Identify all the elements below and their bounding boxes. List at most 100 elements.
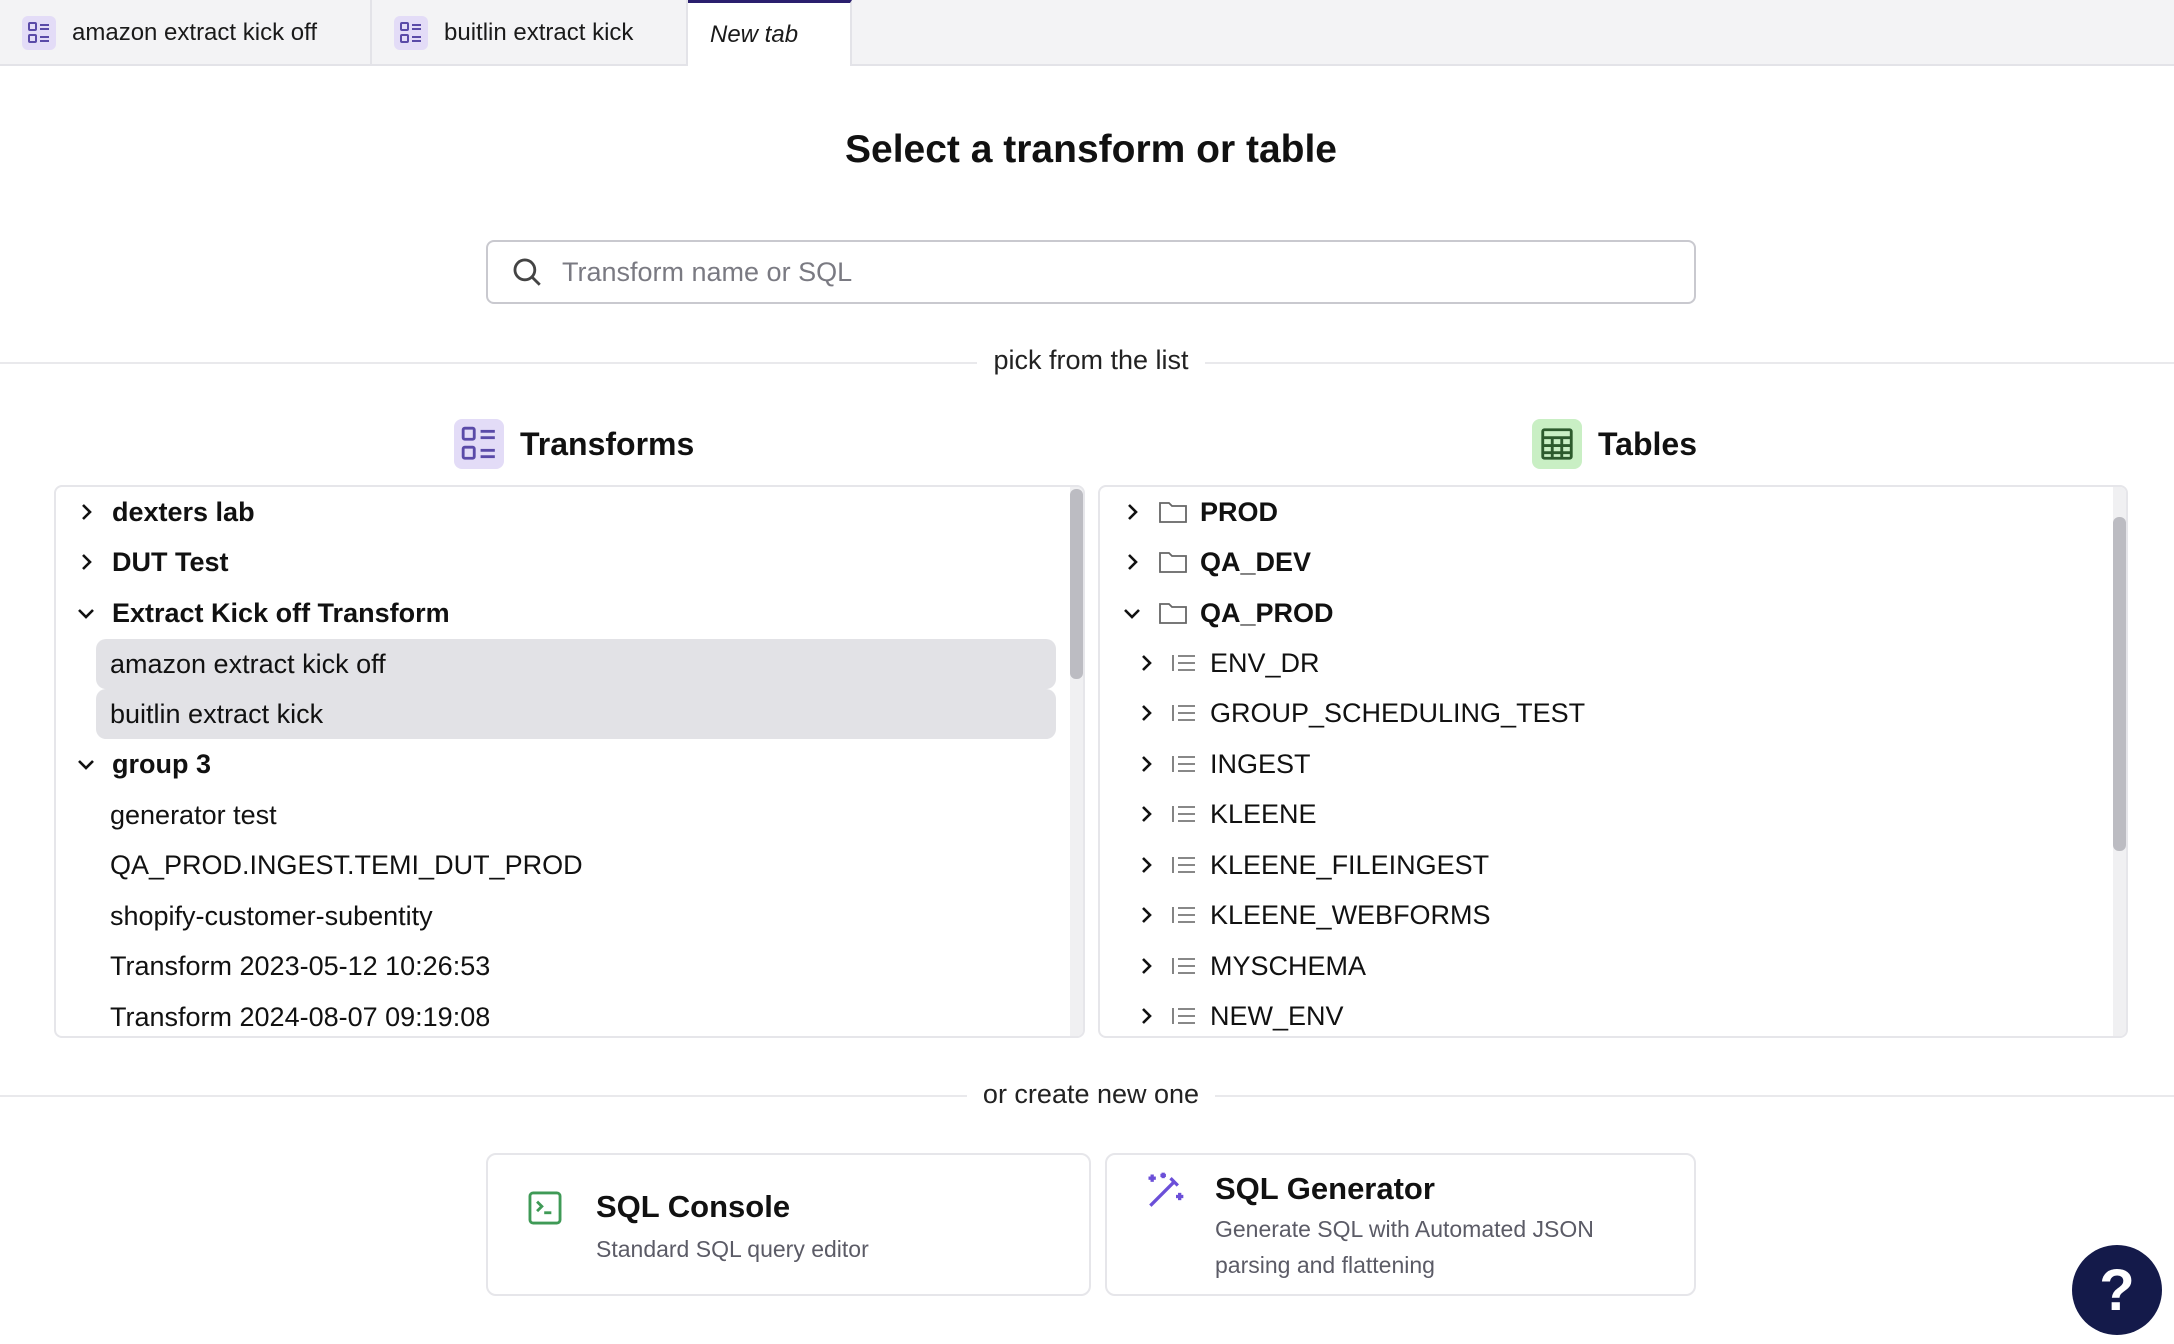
help-button[interactable]: ? (2072, 1245, 2162, 1335)
folder-icon (1159, 552, 1187, 573)
chevron-down-icon (74, 752, 98, 776)
chevron-right-icon (1134, 752, 1158, 776)
schema-icon (1172, 907, 1195, 923)
group-label: DUT Test (112, 546, 229, 577)
magic-wand-icon (1148, 1172, 1184, 1207)
schema-label: INGEST (1210, 748, 1311, 779)
tab-label: buitlin extract kick (444, 19, 634, 46)
transforms-list[interactable]: dexters lab DUT Test Extract Kick off Tr… (54, 485, 1085, 1038)
terminal-icon (528, 1191, 562, 1225)
schema-label: ENV_DR (1210, 647, 1320, 678)
search-box[interactable] (486, 240, 1696, 304)
transform-group-group-3[interactable]: group 3 (74, 739, 211, 789)
item-label: Transform 2024-08-07 09:19:08 (110, 1001, 491, 1032)
search-input[interactable] (562, 256, 1662, 288)
table-folder-qa-dev[interactable]: QA_DEV (1120, 537, 1311, 587)
sql-generator-card[interactable]: SQL Generator Generate SQL with Automate… (1105, 1153, 1696, 1296)
item-label: Transform 2023-05-12 10:26:53 (110, 950, 491, 981)
divider-label-pick: pick from the list (0, 345, 2174, 376)
schema-label: NEW_ENV (1210, 1000, 1344, 1031)
chevron-right-icon (1120, 500, 1144, 524)
transform-item-2023-05-12[interactable]: Transform 2023-05-12 10:26:53 (110, 941, 490, 991)
group-label: dexters lab (112, 496, 255, 527)
schema-label: MYSCHEMA (1210, 950, 1367, 981)
transforms-scroll-thumb[interactable] (1070, 489, 1083, 679)
item-label: amazon extract kick off (110, 648, 386, 679)
schema-icon (1172, 655, 1195, 671)
item-label: shopify-customer-subentity (110, 900, 433, 931)
chevron-right-icon (1134, 802, 1158, 826)
transform-group-dexters-lab[interactable]: dexters lab (74, 487, 255, 537)
folder-label: PROD (1200, 496, 1279, 527)
table-folder-qa-prod[interactable]: QA_PROD (1120, 588, 1334, 638)
chevron-right-icon (1134, 651, 1158, 675)
schema-icon (1172, 958, 1195, 974)
divider-text: or create new one (966, 1079, 1216, 1109)
folder-icon (1159, 603, 1187, 624)
chevron-down-icon (74, 601, 98, 625)
folder-label: QA_PROD (1200, 597, 1334, 628)
transform-list-icon (454, 419, 504, 469)
transform-group-dut-test[interactable]: DUT Test (74, 537, 229, 587)
help-icon: ? (2099, 1257, 2135, 1323)
table-grid-icon (1532, 419, 1582, 469)
transform-item-2024-08-07[interactable]: Transform 2024-08-07 09:19:08 (110, 992, 491, 1036)
tab-buitlin-extract-kick[interactable]: buitlin extract kick (372, 0, 688, 66)
chevron-right-icon (74, 550, 98, 574)
tab-amazon-extract-kick-off[interactable]: amazon extract kick off (0, 0, 372, 66)
schema-kleene[interactable]: KLEENE (1134, 789, 1317, 839)
schema-icon (1172, 705, 1195, 721)
tables-scrollbar[interactable] (2113, 487, 2126, 1036)
transform-icon (22, 16, 56, 50)
tables-scroll-thumb[interactable] (2113, 517, 2126, 851)
card-title: SQL Console (596, 1189, 791, 1224)
app-root: amazon extract kick off buitlin extract … (0, 0, 2174, 1344)
tab-new-tab[interactable]: New tab (688, 0, 852, 66)
schema-icon (1172, 857, 1195, 873)
item-label: buitlin extract kick (110, 698, 324, 729)
tab-bar: amazon extract kick off buitlin extract … (0, 0, 2174, 66)
transform-icon (394, 16, 428, 50)
sql-console-card[interactable]: SQL Console Standard SQL query editor (486, 1153, 1091, 1296)
transform-item-shopify-customer-subentity[interactable]: shopify-customer-subentity (110, 891, 433, 941)
transforms-heading: Transforms (454, 419, 694, 469)
tables-heading-label: Tables (1598, 425, 1697, 462)
tables-heading: Tables (1532, 419, 1697, 469)
chevron-right-icon (1120, 550, 1144, 574)
schema-kleene-fileingest[interactable]: KLEENE_FILEINGEST (1134, 840, 1489, 890)
schema-myschema[interactable]: MYSCHEMA (1134, 941, 1366, 991)
schema-ingest[interactable]: INGEST (1134, 739, 1311, 789)
schema-label: KLEENE (1210, 798, 1317, 829)
transform-item-amazon-extract-kick-off[interactable]: amazon extract kick off (96, 639, 1056, 689)
folder-label: QA_DEV (1200, 546, 1312, 577)
group-label: Extract Kick off Transform (112, 597, 450, 628)
item-label: generator test (110, 799, 277, 830)
card-description: Standard SQL query editor (596, 1236, 869, 1262)
transform-item-buitlin-extract-kick[interactable]: buitlin extract kick (96, 689, 1056, 739)
transform-group-extract-kick-off[interactable]: Extract Kick off Transform (74, 588, 450, 638)
tables-list[interactable]: PROD QA_DEV QA_PROD ENV_DR GROUP_SCHEDUL… (1098, 485, 2128, 1038)
schema-group-scheduling-test[interactable]: GROUP_SCHEDULING_TEST (1134, 688, 1585, 738)
schema-icon (1172, 806, 1195, 822)
schema-env-dr[interactable]: ENV_DR (1134, 638, 1320, 688)
chevron-right-icon (1134, 853, 1158, 877)
table-folder-prod[interactable]: PROD (1120, 487, 1278, 537)
tab-label: amazon extract kick off (72, 19, 317, 46)
divider-label-create: or create new one (0, 1079, 2174, 1110)
chevron-right-icon (74, 500, 98, 524)
transform-item-qa-prod-ingest[interactable]: QA_PROD.INGEST.TEMI_DUT_PROD (110, 840, 583, 890)
chevron-right-icon (1134, 903, 1158, 927)
group-label: group 3 (112, 748, 211, 779)
schema-new-env[interactable]: NEW_ENV (1134, 991, 1344, 1036)
schema-label: GROUP_SCHEDULING_TEST (1210, 697, 1586, 728)
item-label: QA_PROD.INGEST.TEMI_DUT_PROD (110, 849, 583, 880)
transform-item-generator-test[interactable]: generator test (110, 790, 277, 840)
card-description: Generate SQL with Automated JSON parsing… (1215, 1216, 1594, 1278)
chevron-right-icon (1134, 701, 1158, 725)
transforms-scrollbar[interactable] (1070, 487, 1083, 1036)
card-title: SQL Generator (1215, 1171, 1435, 1206)
divider-text: pick from the list (977, 345, 1205, 375)
page-title: Select a transform or table (845, 128, 1337, 171)
tab-label: New tab (710, 20, 799, 48)
schema-kleene-webforms[interactable]: KLEENE_WEBFORMS (1134, 890, 1491, 940)
